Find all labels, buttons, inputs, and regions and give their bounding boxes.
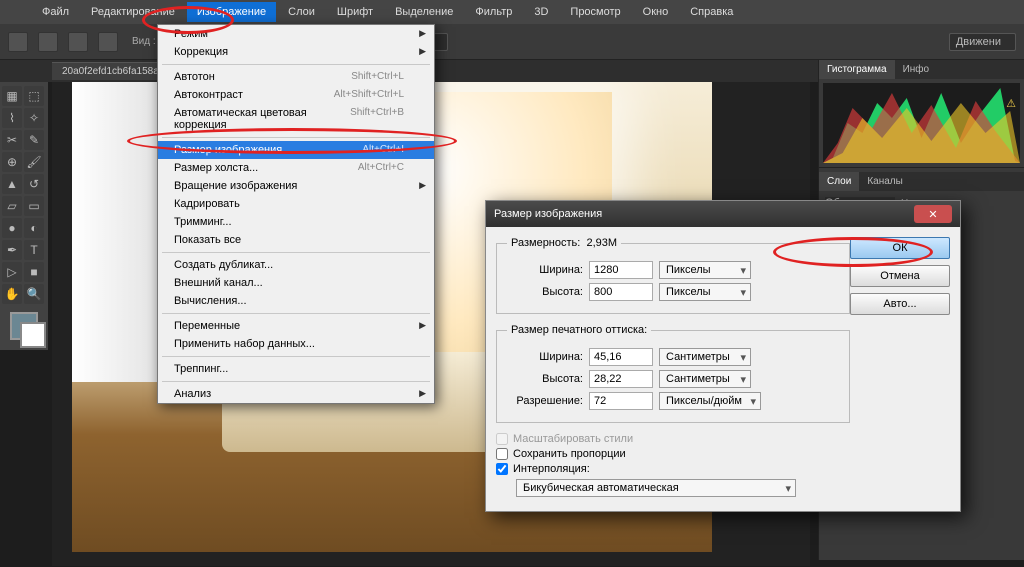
stamp-tool[interactable]: ▲	[2, 174, 22, 194]
res-input[interactable]	[589, 392, 653, 410]
resample-chk[interactable]	[496, 463, 508, 475]
options-bar: Вид : Шир.: Выс.: Уточн. край… Движени	[0, 24, 1024, 60]
brush-tool[interactable]: 🖌	[24, 152, 44, 172]
menu-item[interactable]: Внешний канал...	[158, 274, 434, 292]
image-size-dialog: Размер изображения ✕ Размерность: 2,93M …	[485, 200, 961, 512]
constrain-chk[interactable]	[496, 448, 508, 460]
histogram: ⚠	[823, 83, 1020, 163]
res-label: Разрешение:	[507, 395, 583, 407]
menu-item[interactable]: Размер холста...Alt+Ctrl+C	[158, 159, 434, 177]
menu-item[interactable]: АвтотонShift+Ctrl+L	[158, 68, 434, 86]
eyedrop-tool[interactable]: ✎	[24, 130, 44, 150]
blur-tool[interactable]: ●	[2, 218, 22, 238]
menu-изображение[interactable]: Изображение	[187, 2, 276, 22]
width-unit[interactable]: Пикселы	[659, 261, 751, 279]
wand-tool[interactable]: ✧	[24, 108, 44, 128]
crop-tool[interactable]: ✂	[2, 130, 22, 150]
motion-button[interactable]: Движени	[949, 33, 1016, 51]
menu-item[interactable]: АвтоконтрастAlt+Shift+Ctrl+L	[158, 86, 434, 104]
menu-окно[interactable]: Окно	[633, 2, 679, 22]
height-input[interactable]	[589, 283, 653, 301]
menu-item[interactable]: Режим	[158, 25, 434, 43]
scale-styles-label: Масштабировать стили	[513, 433, 633, 445]
pheight-label: Высота:	[507, 373, 583, 385]
cancel-button[interactable]: Отмена	[850, 265, 950, 287]
menu-item[interactable]: Создать дубликат...	[158, 256, 434, 274]
tools-panel: ▦⬚ ⌇✧ ✂✎ ⊕🖌 ▲↺ ▱▭ ●◐ ✒T ▷■ ✋🔍	[0, 82, 48, 350]
menubar: ФайлРедактированиеИзображениеСлоиШрифтВы…	[0, 0, 1024, 24]
menu-item[interactable]: Размер изображения...Alt+Ctrl+I	[158, 141, 434, 159]
menu-item[interactable]: Вращение изображения	[158, 177, 434, 195]
dialog-titlebar[interactable]: Размер изображения ✕	[486, 201, 960, 227]
view-label: Вид :	[128, 36, 160, 47]
zoom-tool[interactable]: 🔍	[24, 284, 44, 304]
menu-3d[interactable]: 3D	[524, 2, 558, 22]
pwidth-label: Ширина:	[507, 351, 583, 363]
menu-item[interactable]: Вычисления...	[158, 292, 434, 310]
scale-styles-chk[interactable]	[496, 433, 508, 445]
menu-фильтр[interactable]: Фильтр	[465, 2, 522, 22]
menu-item[interactable]: Треппинг...	[158, 360, 434, 378]
resample-label: Интерполяция:	[513, 463, 590, 475]
width-input[interactable]	[589, 261, 653, 279]
menu-справка[interactable]: Справка	[680, 2, 743, 22]
interp-method[interactable]: Бикубическая автоматическая	[516, 479, 796, 497]
gradient-tool[interactable]: ▭	[24, 196, 44, 216]
print-legend: Размер печатного оттиска:	[507, 324, 651, 336]
image-menu-dropdown[interactable]: РежимКоррекция АвтотонShift+Ctrl+LАвтокон…	[157, 24, 435, 404]
menu-выделение[interactable]: Выделение	[385, 2, 463, 22]
path-tool[interactable]: ▷	[2, 262, 22, 282]
ok-button[interactable]: ОК	[850, 237, 950, 259]
svg-text:⚠: ⚠	[1006, 98, 1016, 110]
menu-item[interactable]: Показать все	[158, 231, 434, 249]
menu-item[interactable]: Переменные	[158, 317, 434, 335]
tool-preset[interactable]	[8, 32, 28, 52]
height-label: Высота:	[507, 286, 583, 298]
dimensions-value: 2,93M	[586, 237, 617, 249]
histogram-tab[interactable]: Гистограмма	[819, 60, 895, 79]
menu-item[interactable]: Автоматическая цветовая коррекцияShift+C…	[158, 104, 434, 134]
lasso-tool[interactable]: ⌇	[2, 108, 22, 128]
pwidth-input[interactable]	[589, 348, 653, 366]
constrain-label: Сохранить пропорции	[513, 448, 626, 460]
hand-tool[interactable]: ✋	[2, 284, 22, 304]
menu-item[interactable]: Коррекция	[158, 43, 434, 61]
menu-редактирование[interactable]: Редактирование	[81, 2, 185, 22]
menu-item[interactable]: Кадрировать	[158, 195, 434, 213]
history-tool[interactable]: ↺	[24, 174, 44, 194]
menu-просмотр[interactable]: Просмотр	[560, 2, 630, 22]
marquee-tool[interactable]: ⬚	[24, 86, 44, 106]
width-label: Ширина:	[507, 264, 583, 276]
opt-3[interactable]	[98, 32, 118, 52]
pheight-unit[interactable]: Сантиметры	[659, 370, 751, 388]
dodge-tool[interactable]: ◐	[24, 218, 44, 238]
pwidth-unit[interactable]: Сантиметры	[659, 348, 751, 366]
height-unit[interactable]: Пикселы	[659, 283, 751, 301]
type-tool[interactable]: T	[24, 240, 44, 260]
shape-tool[interactable]: ■	[24, 262, 44, 282]
heal-tool[interactable]: ⊕	[2, 152, 22, 172]
dimensions-label: Размерность:	[511, 237, 580, 249]
menu-слои[interactable]: Слои	[278, 2, 325, 22]
opt-1[interactable]	[38, 32, 58, 52]
menu-item[interactable]: Анализ	[158, 385, 434, 403]
auto-button[interactable]: Авто...	[850, 293, 950, 315]
dialog-title: Размер изображения	[494, 208, 602, 220]
eraser-tool[interactable]: ▱	[2, 196, 22, 216]
close-button[interactable]: ✕	[914, 205, 952, 223]
info-tab[interactable]: Инфо	[895, 60, 938, 79]
pheight-input[interactable]	[589, 370, 653, 388]
opt-2[interactable]	[68, 32, 88, 52]
menu-файл[interactable]: Файл	[32, 2, 79, 22]
layers-tab[interactable]: Слои	[819, 172, 859, 191]
color-swatch[interactable]	[10, 312, 38, 340]
menu-item[interactable]: Тримминг...	[158, 213, 434, 231]
menu-item[interactable]: Применить набор данных...	[158, 335, 434, 353]
channels-tab[interactable]: Каналы	[859, 172, 911, 191]
menu-шрифт[interactable]: Шрифт	[327, 2, 383, 22]
pen-tool[interactable]: ✒	[2, 240, 22, 260]
res-unit[interactable]: Пикселы/дюйм	[659, 392, 761, 410]
move-tool[interactable]: ▦	[2, 86, 22, 106]
